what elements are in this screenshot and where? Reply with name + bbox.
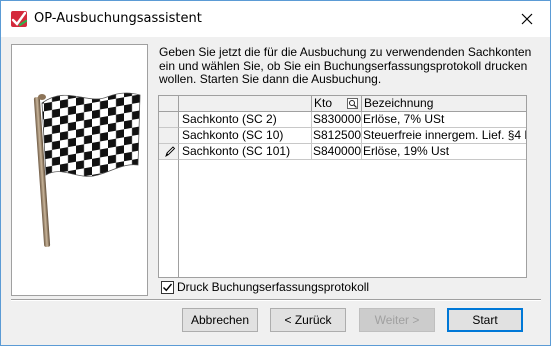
wizard-image-panel [11, 44, 148, 296]
cell-kto[interactable]: S8400000 [312, 144, 362, 160]
table-row[interactable]: Sachkonto (SC 10) S8125000 Steuerfreie i… [159, 128, 526, 144]
close-button[interactable] [504, 1, 550, 37]
window-title: OP-Ausbuchungsassistent [34, 11, 202, 26]
grid-header-name [179, 96, 312, 112]
column-label-kto: Kto [314, 96, 333, 110]
checkmark-icon [163, 283, 173, 291]
wizard-window: OP-Ausbuchungsassistent Geben Sie jetzt … [0, 0, 551, 346]
grid-header-kto[interactable]: Kto [312, 96, 362, 112]
cell-account-name: Sachkonto (SC 2) [179, 112, 312, 128]
search-icon[interactable] [347, 98, 358, 109]
grid-header-indicator [159, 96, 179, 112]
print-protocol-checkbox[interactable] [161, 280, 174, 294]
start-button[interactable]: Start [447, 308, 523, 332]
table-row[interactable]: Sachkonto (SC 2) S8300000 Erlöse, 7% USt [159, 112, 526, 128]
accounts-grid[interactable]: Kto Bezeichnung Sachkonto (SC 2) S830000… [158, 95, 527, 278]
intro-text: Geben Sie jetzt die für die Ausbuchung z… [159, 45, 532, 86]
cancel-button[interactable]: Abbrechen [182, 308, 258, 332]
checkered-flag-icon [33, 92, 141, 247]
app-logo-icon [11, 11, 28, 27]
cell-bezeichnung: Steuerfreie innergem. Lief. §4 Nr. [362, 128, 527, 144]
row-indicator[interactable] [159, 112, 179, 128]
close-icon [521, 13, 533, 25]
print-protocol-label[interactable]: Druck Buchungserfassungsprotokoll [177, 280, 369, 294]
row-indicator[interactable] [159, 144, 179, 160]
cell-account-name: Sachkonto (SC 10) [179, 128, 312, 144]
cell-account-name: Sachkonto (SC 101) [179, 144, 312, 160]
title-bar[interactable]: OP-Ausbuchungsassistent [1, 1, 550, 37]
cell-bezeichnung: Erlöse, 7% USt [362, 112, 526, 128]
cell-bezeichnung: Erlöse, 19% Ust [362, 144, 526, 160]
button-separator [11, 299, 541, 301]
back-button[interactable]: < Zurück [270, 308, 346, 332]
next-button[interactable]: Weiter > [359, 308, 435, 332]
table-row[interactable]: Sachkonto (SC 101) S8400000 Erlöse, 19% … [159, 144, 526, 160]
print-protocol-option[interactable]: Druck Buchungserfassungsprotokoll [161, 280, 369, 294]
cell-kto[interactable]: S8125000 [312, 128, 362, 144]
row-indicator[interactable] [159, 128, 179, 144]
cell-kto[interactable]: S8300000 [312, 112, 362, 128]
pencil-icon [165, 146, 176, 158]
grid-header: Kto Bezeichnung [159, 96, 526, 112]
grid-header-bezeichnung[interactable]: Bezeichnung [362, 96, 526, 112]
